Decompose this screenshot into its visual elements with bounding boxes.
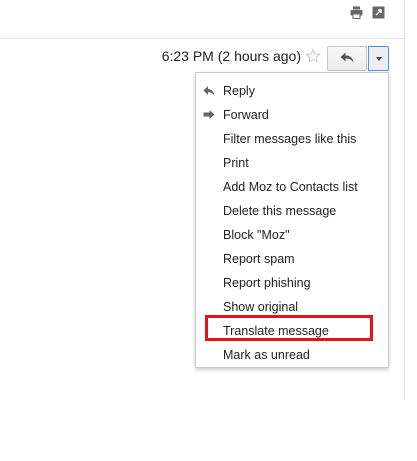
menu-item-label: Delete this message <box>223 204 337 218</box>
top-toolbar <box>350 6 385 19</box>
reply-button[interactable] <box>327 46 367 71</box>
menu-item-delete-message[interactable]: Delete this message <box>196 199 388 223</box>
menu-item-add-to-contacts[interactable]: Add Moz to Contacts list <box>196 175 388 199</box>
message-timestamp: 6:23 PM (2 hours ago) <box>161 48 301 64</box>
menu-item-report-phishing[interactable]: Report phishing <box>196 271 388 295</box>
menu-item-report-spam[interactable]: Report spam <box>196 247 388 271</box>
menu-item-label: Translate message <box>223 324 329 338</box>
scrollbar-track[interactable] <box>404 0 405 400</box>
menu-item-show-original[interactable]: Show original <box>196 295 388 319</box>
new-window-icon[interactable] <box>372 6 385 19</box>
menu-item-label: Print <box>223 156 249 170</box>
menu-item-label: Forward <box>223 108 269 122</box>
print-icon[interactable] <box>350 6 363 19</box>
forward-icon <box>203 109 215 121</box>
reply-icon <box>340 50 354 68</box>
menu-item-translate-message[interactable]: Translate message <box>196 319 388 343</box>
menu-item-label: Mark as unread <box>223 348 310 362</box>
menu-item-label: Reply <box>223 84 255 98</box>
star-outline-icon[interactable] <box>305 48 321 64</box>
menu-item-label: Add Moz to Contacts list <box>223 180 358 194</box>
menu-item-block-sender[interactable]: Block "Moz" <box>196 223 388 247</box>
more-options-button[interactable] <box>368 46 389 71</box>
menu-item-label: Show original <box>223 300 299 314</box>
chevron-down-icon <box>375 56 382 61</box>
reply-icon <box>203 85 215 97</box>
message-actions-menu: Reply Forward Filter messages like this … <box>195 72 389 368</box>
menu-item-label: Report phishing <box>223 276 311 290</box>
menu-item-mark-unread[interactable]: Mark as unread <box>196 343 388 367</box>
menu-item-label: Block "Moz" <box>223 228 290 242</box>
menu-item-label: Report spam <box>223 252 295 266</box>
message-header: 6:23 PM (2 hours ago) <box>0 46 417 72</box>
menu-item-label: Filter messages like this <box>223 132 357 146</box>
menu-item-forward[interactable]: Forward <box>196 103 388 127</box>
menu-item-print[interactable]: Print <box>196 151 388 175</box>
menu-item-reply[interactable]: Reply <box>196 79 388 103</box>
menu-item-filter-messages[interactable]: Filter messages like this <box>196 127 388 151</box>
header-divider <box>0 38 404 39</box>
